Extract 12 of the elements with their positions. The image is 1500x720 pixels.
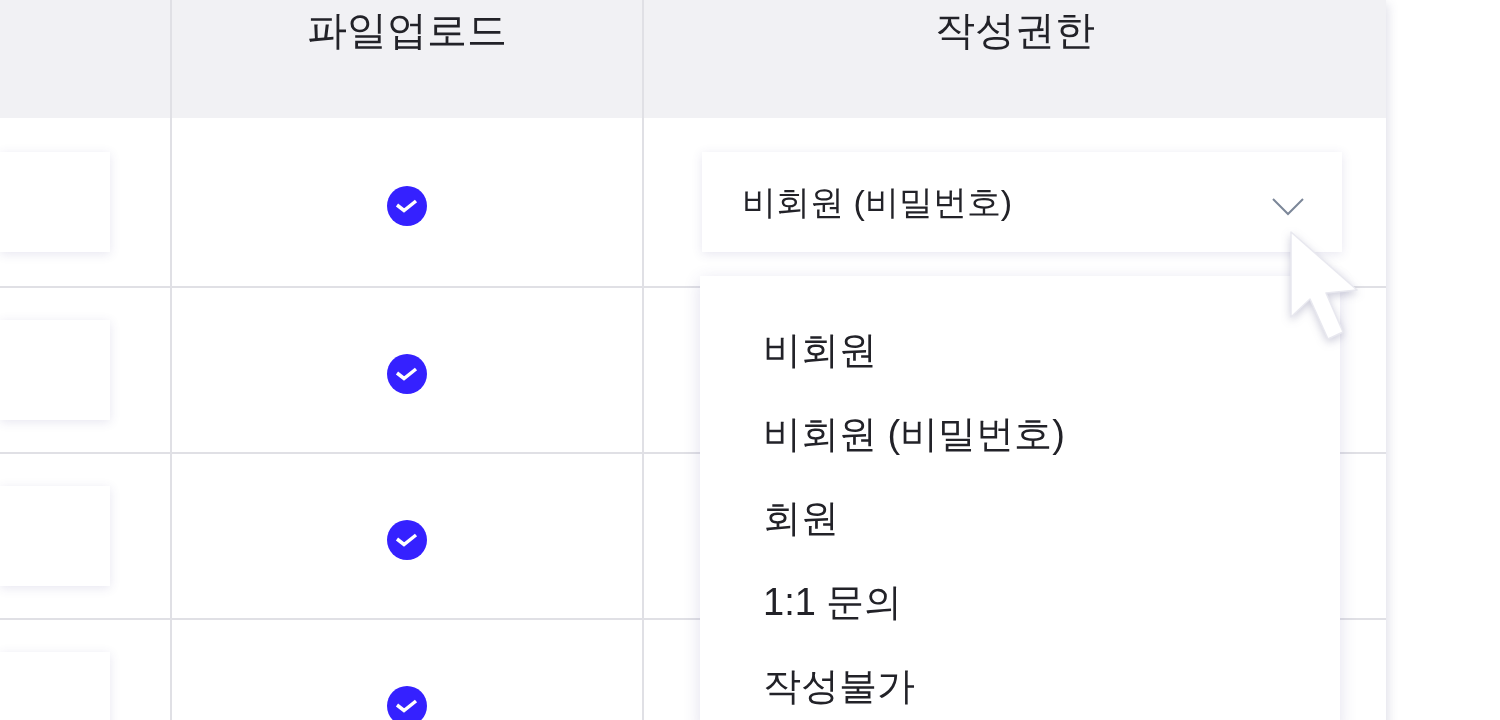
- dropdown-option[interactable]: 비회원 (비밀번호): [700, 411, 1340, 457]
- dropdown-option[interactable]: 비회원: [700, 327, 1340, 373]
- select-field[interactable]: 비회원 (비밀번호): [702, 152, 1342, 252]
- column-header: 파일업로드: [307, 7, 507, 54]
- chevron-down-icon: [1272, 198, 1304, 216]
- dropdown-option[interactable]: 작성불가: [700, 663, 1340, 709]
- check-circle-icon[interactable]: [387, 520, 427, 560]
- dropdown-option[interactable]: 1:1 문의: [700, 579, 1340, 625]
- column-header: 작성권한: [935, 7, 1095, 54]
- check-circle-icon[interactable]: [387, 186, 427, 226]
- check-circle-icon[interactable]: [387, 354, 427, 394]
- dropdown-option[interactable]: 회원: [700, 495, 1340, 541]
